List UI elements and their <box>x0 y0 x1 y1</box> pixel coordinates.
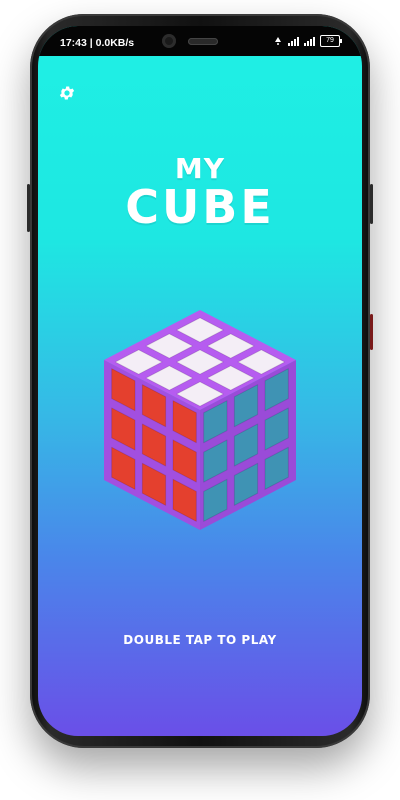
phone-side-button <box>370 314 373 350</box>
rubiks-cube-illustration[interactable] <box>90 304 310 534</box>
earpiece-speaker <box>188 38 218 45</box>
phone-frame: 17:43 | 0.0KB/s 79 MY CUBE DOUBLE TAP TO… <box>27 14 373 748</box>
phone-volume-button <box>370 184 373 224</box>
alarm-icon <box>275 37 281 45</box>
phone-power-button <box>27 184 30 232</box>
front-camera-icon <box>162 34 176 48</box>
double-tap-to-play-label[interactable]: DOUBLE TAP TO PLAY <box>38 633 362 647</box>
app-screen[interactable]: 17:43 | 0.0KB/s 79 MY CUBE DOUBLE TAP TO… <box>38 26 362 736</box>
notch <box>162 34 238 48</box>
status-time: 17:43 | 0.0KB/s <box>60 37 135 49</box>
status-icons: 79 <box>274 35 342 47</box>
battery-icon: 79 <box>320 35 342 47</box>
signal-icon-2 <box>304 36 315 46</box>
gear-icon[interactable] <box>58 84 76 102</box>
status-bar: 17:43 | 0.0KB/s 79 <box>38 26 362 56</box>
title-line-2: CUBE <box>125 180 275 234</box>
signal-icon <box>288 36 299 46</box>
